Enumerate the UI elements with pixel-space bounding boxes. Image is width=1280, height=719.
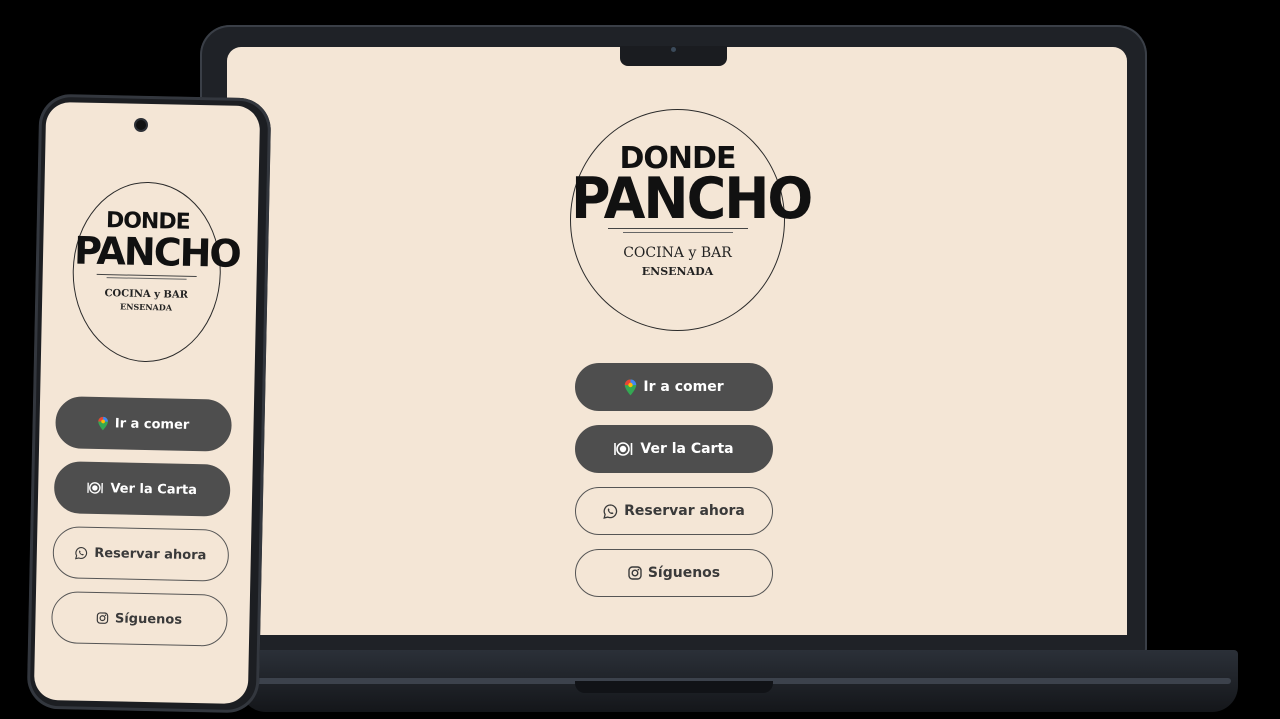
reservar-ahora-button[interactable]: Reservar ahora [575, 487, 773, 535]
phone-screen: DONDE PANCHO COCINA y BAR ENSENADA Ir a … [33, 101, 261, 705]
logo-line-ensenada: ENSENADA [641, 265, 714, 278]
logo-rule-thin [622, 232, 733, 233]
reservar-ahora-label: Reservar ahora [624, 503, 745, 519]
brand-logo-mobile: DONDE PANCHO COCINA y BAR ENSENADA [70, 180, 241, 364]
logo-line-cocina: COCINA y BAR [623, 245, 732, 261]
laptop-screen: DONDE PANCHO COCINA y BAR ENSENADA Ir a … [227, 47, 1127, 635]
ver-la-carta-label: Ver la Carta [110, 480, 198, 498]
ir-a-comer-button[interactable]: Ir a comer [575, 363, 773, 411]
phone-camera [136, 120, 146, 130]
reservar-ahora-label: Reservar ahora [94, 545, 207, 563]
logo-line-cocina: COCINA y BAR [104, 288, 189, 301]
siguenos-label: Síguenos [114, 610, 183, 628]
siguenos-label: Síguenos [647, 565, 721, 581]
siguenos-button-mobile[interactable]: Síguenos [50, 591, 229, 647]
instagram-icon [97, 612, 109, 624]
logo-rule-thin [106, 277, 187, 280]
plate-cutlery-icon [614, 441, 634, 457]
ver-la-carta-button[interactable]: Ver la Carta [575, 425, 773, 473]
ir-a-comer-label: Ir a comer [643, 379, 724, 395]
ver-la-carta-label: Ver la Carta [640, 441, 734, 457]
ver-la-carta-button-mobile[interactable]: Ver la Carta [53, 461, 231, 517]
siguenos-button[interactable]: Síguenos [575, 549, 773, 597]
map-pin-icon [624, 379, 637, 396]
logo-line-pancho: PANCHO [73, 228, 241, 276]
ir-a-comer-label: Ir a comer [114, 415, 190, 433]
plate-cutlery-icon [87, 481, 104, 495]
instagram-icon [628, 566, 642, 580]
laptop-camera [671, 47, 676, 52]
reservar-ahora-button-mobile[interactable]: Reservar ahora [52, 526, 230, 582]
map-pin-icon [98, 415, 109, 430]
brand-logo: DONDE PANCHO COCINA y BAR ENSENADA [570, 109, 813, 331]
laptop-opening-notch [575, 681, 773, 693]
whatsapp-icon [603, 503, 618, 519]
whatsapp-icon [75, 546, 88, 559]
logo-line-pancho: PANCHO [571, 165, 813, 232]
ir-a-comer-button-mobile[interactable]: Ir a comer [55, 396, 233, 452]
logo-line-ensenada: ENSENADA [119, 301, 173, 313]
